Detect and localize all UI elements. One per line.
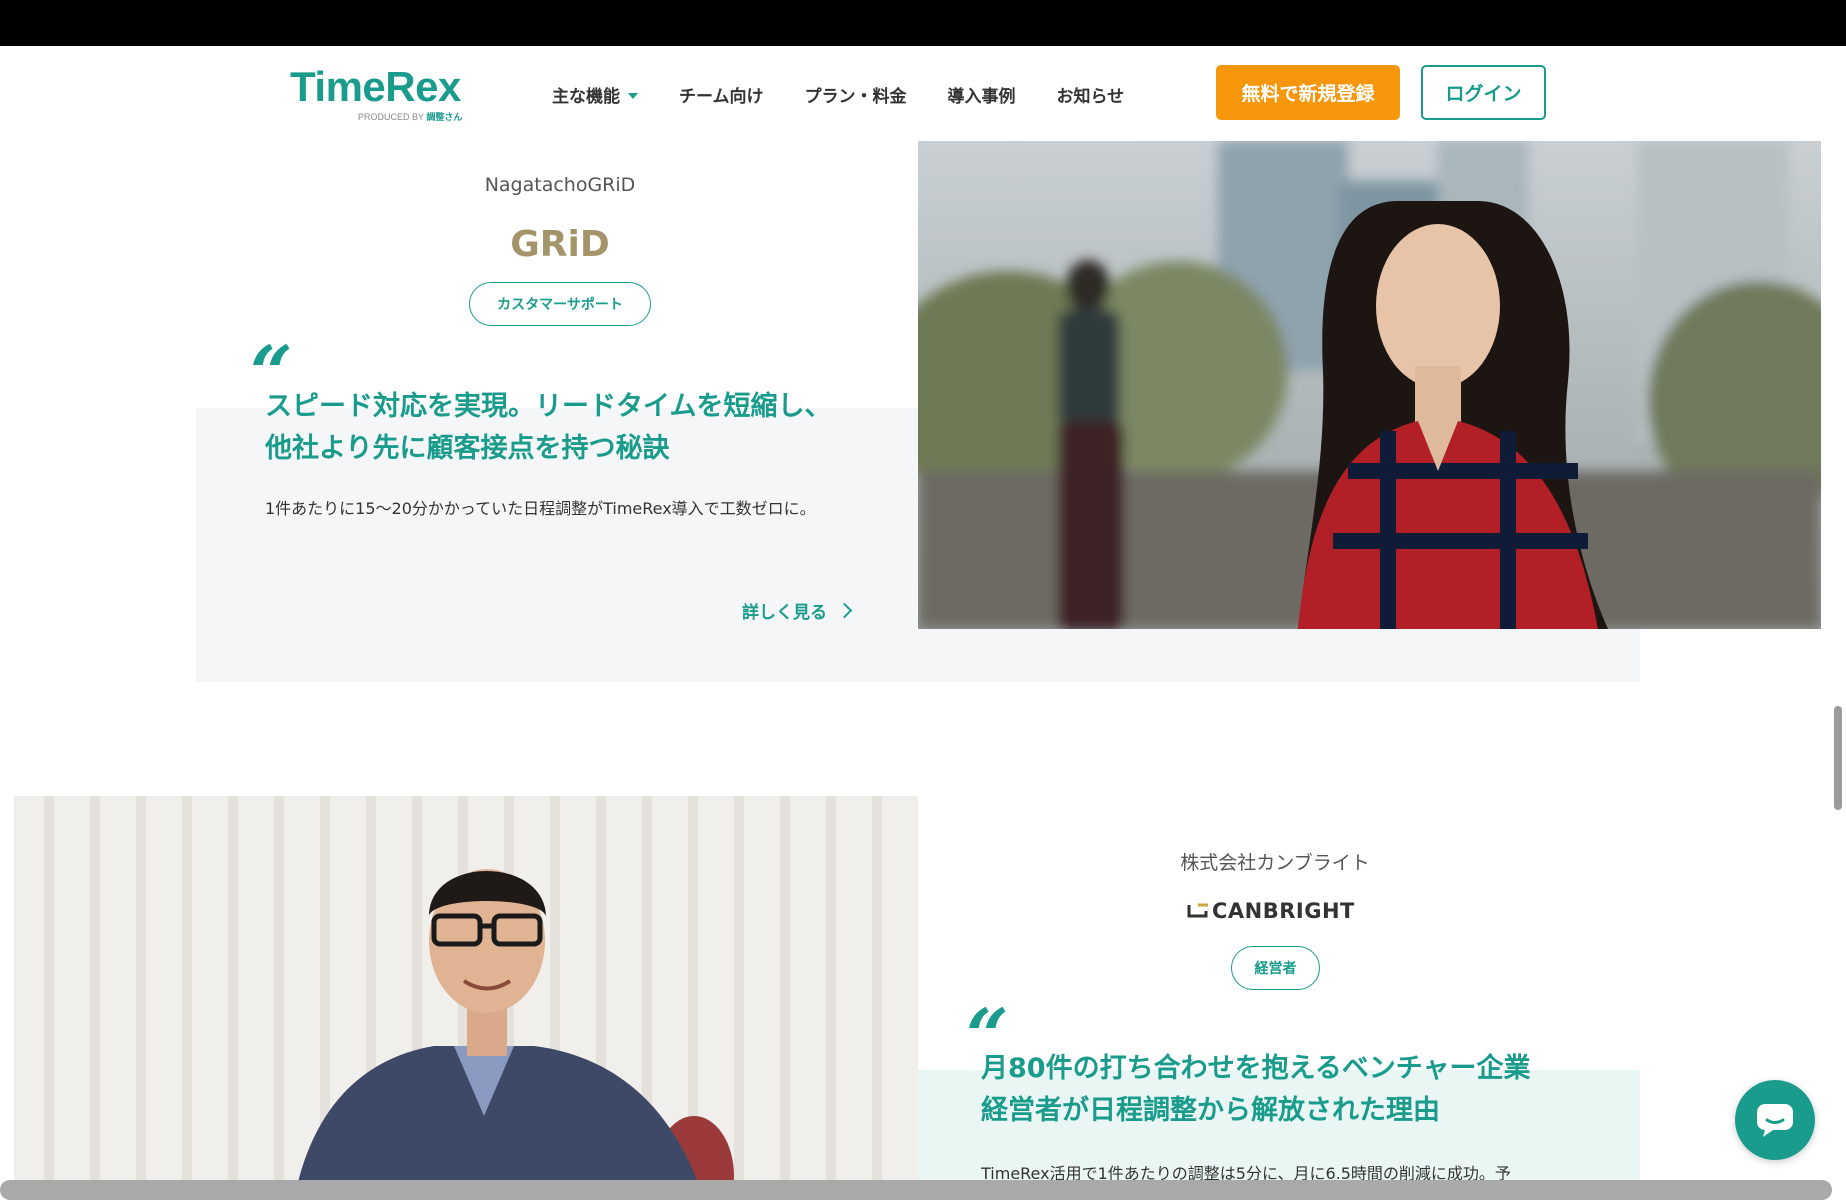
browser-top-bar xyxy=(0,0,1846,46)
login-button[interactable]: ログイン xyxy=(1421,65,1546,120)
case-photo-man xyxy=(14,796,918,1200)
case-company-name: NagatachoGRiD xyxy=(484,174,636,196)
canbright-logo-text: CANBRIGHT xyxy=(1212,899,1355,923)
nav-item-cases[interactable]: 導入事例 xyxy=(948,82,1016,107)
chevron-right-icon xyxy=(836,602,853,619)
case-headline: 月80件の打ち合わせを抱えるベンチャー企業 経営者が日程調整から解放された理由 xyxy=(981,1048,1531,1132)
photo-illustration xyxy=(14,796,918,1200)
nav-item-news[interactable]: お知らせ xyxy=(1057,82,1125,107)
grid-logo-text: GRiD xyxy=(510,224,610,265)
read-more-label: 詳しく見る xyxy=(742,603,827,623)
case-headline: スピード対応を実現。リードタイムを短縮し、 他社より先に顧客接点を持つ秘訣 xyxy=(265,386,831,470)
case-headline-line: スピード対応を実現。リードタイムを短縮し、 xyxy=(265,391,832,422)
canbright-logo: CANBRIGHT xyxy=(1186,899,1355,923)
chat-bubble-icon xyxy=(1757,1104,1793,1137)
canbright-mark-icon xyxy=(1187,903,1208,918)
signup-button[interactable]: 無料で新規登録 xyxy=(1216,65,1400,120)
logo-produced-name: 調整さん xyxy=(426,112,463,122)
nav-item-pricing[interactable]: プラン・料金 xyxy=(805,82,907,107)
nav-item-label: 主な機能 xyxy=(552,87,620,107)
horizontal-scrollbar[interactable] xyxy=(0,1180,1832,1200)
logo-text: TimeRex xyxy=(290,63,461,110)
logo-tagline: PRODUCED BY 調整さん xyxy=(358,110,462,123)
case-photo-woman xyxy=(918,141,1821,629)
caret-down-icon xyxy=(628,92,638,99)
timerex-logo[interactable]: TimeRex PRODUCED BY 調整さん xyxy=(290,63,462,123)
logo-produced-by: PRODUCED BY xyxy=(358,112,424,122)
case-company-name: 株式会社カンブライト xyxy=(1180,852,1370,874)
chat-button[interactable] xyxy=(1735,1080,1815,1160)
case-headline-line: 月80件の打ち合わせを抱えるベンチャー企業 xyxy=(981,1053,1531,1084)
case-headline-line: 他社より先に顧客接点を持つ秘訣 xyxy=(265,433,670,464)
page: TimeRex PRODUCED BY 調整さん 主な機能 チーム向け プラン・… xyxy=(0,46,1846,1200)
read-more-link[interactable]: 詳しく見る xyxy=(742,598,853,623)
site-header: TimeRex PRODUCED BY 調整さん 主な機能 チーム向け プラン・… xyxy=(0,46,1846,141)
case-description: 1件あたりに15〜20分かかっていた日程調整がTimeRex導入で工数ゼロに。 xyxy=(265,499,816,518)
grid-logo: GRiD xyxy=(510,222,610,270)
nav-item-team[interactable]: チーム向け xyxy=(679,82,764,107)
main-nav: 主な機能 チーム向け プラン・料金 導入事例 お知らせ xyxy=(552,82,1165,107)
vertical-scrollbar[interactable] xyxy=(1834,706,1842,810)
case-headline-line: 経営者が日程調整から解放された理由 xyxy=(981,1095,1440,1126)
photo-illustration xyxy=(918,141,1821,629)
case-tag[interactable]: カスタマーサポート xyxy=(469,282,651,326)
case-tag[interactable]: 経営者 xyxy=(1231,946,1320,990)
nav-item-features[interactable]: 主な機能 xyxy=(552,82,638,107)
